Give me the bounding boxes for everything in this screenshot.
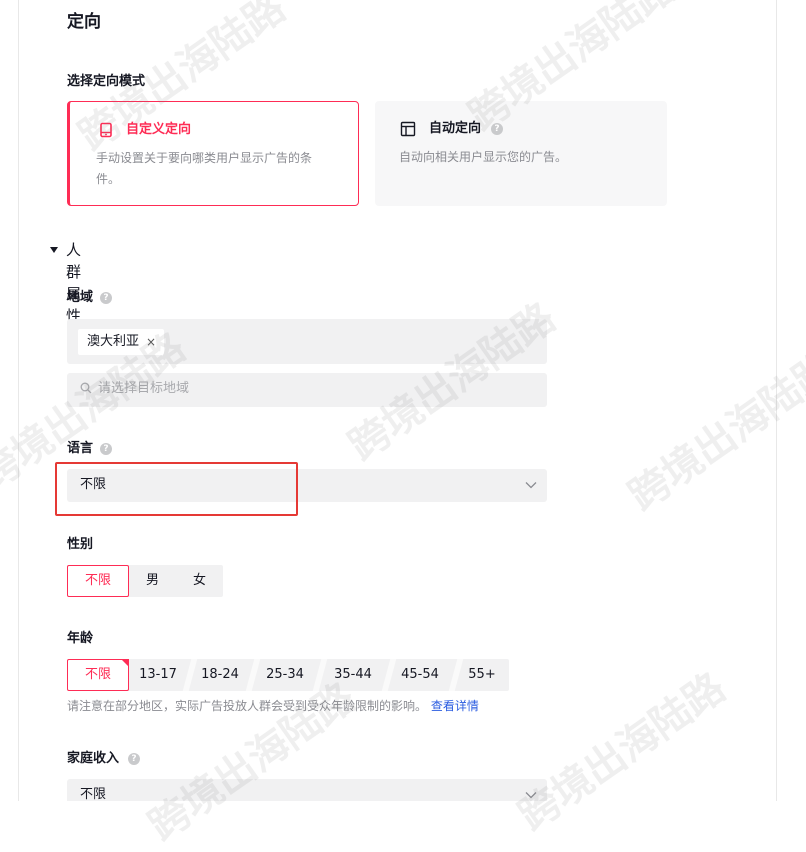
language-help-icon[interactable]: ? bbox=[100, 443, 112, 455]
age-label: 年龄 bbox=[67, 631, 94, 646]
highlight-annotation bbox=[55, 462, 298, 516]
auto-targeting-description: 自动向相关用户显示您的广告。 bbox=[399, 150, 568, 164]
gender-option-female[interactable]: 女 bbox=[176, 565, 223, 597]
left-divider bbox=[18, 0, 19, 801]
right-divider bbox=[776, 0, 777, 801]
age-note-link[interactable]: 查看详情 bbox=[431, 699, 479, 713]
search-icon bbox=[80, 382, 92, 394]
help-icon[interactable]: ? bbox=[491, 123, 503, 135]
age-segmented-control: 不限 13-17 18-24 25-34 35-44 45-54 55+ bbox=[67, 659, 509, 691]
watermark: 跨境出海陆路 bbox=[510, 664, 734, 840]
income-select[interactable] bbox=[67, 779, 547, 801]
layout-icon bbox=[400, 121, 416, 137]
income-label: 家庭收入 bbox=[67, 751, 120, 766]
watermark: 跨境出海陆路 bbox=[620, 344, 806, 520]
location-search-placeholder: 请选择目标地域 bbox=[98, 381, 190, 396]
custom-targeting-card[interactable]: 自定义定向 手动设置关于要向哪类用户显示广告的条件。 bbox=[67, 101, 359, 206]
demographics-label: 人群属性 bbox=[66, 241, 82, 325]
tag-close-icon[interactable]: × bbox=[146, 329, 156, 355]
age-option-25-34[interactable]: 25-34 bbox=[256, 659, 314, 691]
income-select-value: 不限 bbox=[80, 787, 107, 802]
selected-corner-mark bbox=[121, 659, 129, 667]
gender-label: 性别 bbox=[67, 537, 94, 552]
mode-label: 选择定向模式 bbox=[67, 74, 146, 89]
caret-down-icon bbox=[50, 247, 58, 253]
age-option-45-54[interactable]: 45-54 bbox=[392, 659, 448, 691]
gender-segmented-control: 不限 男 女 bbox=[67, 565, 223, 597]
custom-targeting-description: 手动设置关于要向哪类用户显示广告的条件。 bbox=[96, 151, 313, 186]
location-help-icon[interactable]: ? bbox=[100, 292, 112, 304]
age-option-18-24[interactable]: 18-24 bbox=[193, 659, 247, 691]
auto-targeting-card[interactable]: 自动定向 ? 自动向相关用户显示您的广告。 bbox=[375, 101, 667, 206]
mobile-icon bbox=[100, 122, 112, 138]
age-option-35-44[interactable]: 35-44 bbox=[323, 659, 383, 691]
auto-targeting-title: 自动定向 bbox=[429, 121, 482, 136]
language-label: 语言 bbox=[67, 441, 94, 456]
watermark: 跨境出海陆路 bbox=[140, 674, 364, 850]
custom-targeting-title: 自定义定向 bbox=[126, 122, 192, 137]
age-option-any-label: 不限 bbox=[84, 667, 111, 682]
gender-option-male[interactable]: 男 bbox=[129, 565, 176, 597]
age-option-any[interactable]: 不限 bbox=[67, 659, 129, 691]
chevron-down-icon bbox=[525, 792, 537, 799]
age-option-13-17[interactable]: 13-17 bbox=[129, 659, 187, 691]
chevron-down-icon bbox=[525, 482, 537, 489]
age-note-text: 请注意在部分地区，实际广告投放人群会受到受众年龄限制的影响。 bbox=[67, 699, 428, 713]
section-title: 定向 bbox=[67, 12, 101, 32]
gender-option-any[interactable]: 不限 bbox=[67, 565, 129, 597]
location-tag-label: 澳大利亚 bbox=[87, 334, 140, 349]
income-help-icon[interactable]: ? bbox=[128, 753, 140, 765]
age-note: 请注意在部分地区，实际广告投放人群会受到受众年龄限制的影响。 查看详情 bbox=[67, 697, 479, 715]
location-tag: 澳大利亚 × bbox=[78, 329, 164, 355]
location-label: 地域 bbox=[67, 290, 94, 305]
age-option-55-plus[interactable]: 55+ bbox=[459, 659, 505, 691]
